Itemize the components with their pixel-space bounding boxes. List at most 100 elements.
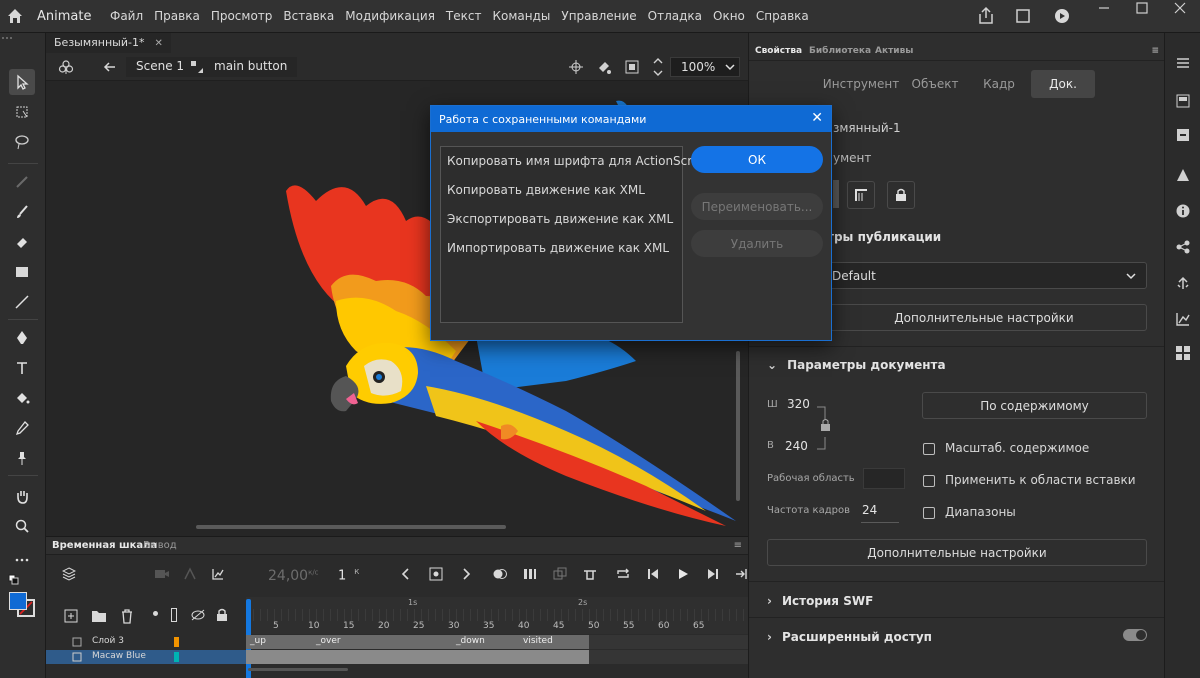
- swap-colors[interactable]: [8, 574, 20, 586]
- seg-document[interactable]: Док.: [1031, 70, 1095, 98]
- more-tools[interactable]: [9, 547, 35, 573]
- depth-button[interactable]: [179, 563, 201, 585]
- frames-macaw-blue[interactable]: [246, 650, 748, 664]
- maximize-icon[interactable]: [1124, 0, 1160, 33]
- delete-layer-icon[interactable]: [120, 608, 134, 624]
- delete-button[interactable]: Удалить: [691, 230, 823, 257]
- tab-properties[interactable]: Свойства: [755, 46, 802, 56]
- timeline-scrollbar[interactable]: [248, 668, 348, 671]
- club-icon[interactable]: [58, 59, 74, 75]
- lock-layers-icon[interactable]: [216, 608, 228, 622]
- menu-edit[interactable]: Правка: [154, 9, 200, 23]
- link-dimensions[interactable]: [815, 405, 831, 451]
- document-params-header[interactable]: ⌄ Параметры документа: [767, 358, 946, 372]
- menu-window[interactable]: Окно: [713, 9, 745, 23]
- pin-tool[interactable]: [9, 445, 35, 471]
- list-item[interactable]: Копировать имя шрифта для ActionScript: [447, 154, 708, 168]
- layer-row-selected[interactable]: Macaw Blue: [46, 650, 246, 664]
- apply-paste-checkbox[interactable]: [923, 475, 935, 487]
- stage-color-swatch[interactable]: [863, 468, 905, 489]
- play-button[interactable]: [672, 563, 694, 585]
- step-back-button[interactable]: [642, 563, 664, 585]
- close-window-icon[interactable]: [1160, 0, 1200, 33]
- next-keyframe-button[interactable]: [455, 563, 477, 585]
- frame-center-button[interactable]: [579, 563, 601, 585]
- list-item[interactable]: Копировать движение как XML: [447, 183, 645, 197]
- scale-content-checkbox[interactable]: [923, 443, 935, 455]
- menu-debug[interactable]: Отладка: [648, 9, 702, 23]
- menu-modify[interactable]: Модификация: [345, 9, 435, 23]
- publish-profile-select[interactable]: Default: [821, 262, 1147, 289]
- clip-icon[interactable]: [624, 59, 640, 75]
- rectangle-tool[interactable]: [9, 259, 35, 285]
- list-item[interactable]: Экспортировать движение как XML: [447, 212, 673, 226]
- tab-timeline[interactable]: Временная шкала: [52, 540, 157, 551]
- advanced-settings-button-1[interactable]: Дополнительные настройки: [821, 304, 1147, 331]
- close-tab-icon[interactable]: ✕: [154, 38, 162, 49]
- zoom-select[interactable]: 100%: [670, 57, 740, 77]
- info-icon[interactable]: [1175, 203, 1191, 219]
- share-icon[interactable]: [966, 0, 1006, 33]
- snap-icon[interactable]: [568, 59, 584, 75]
- outline-layers-icon[interactable]: [171, 608, 177, 622]
- brush-tool[interactable]: [9, 199, 35, 225]
- fullscreen-icon[interactable]: [1006, 0, 1040, 33]
- pen-tool[interactable]: [9, 325, 35, 351]
- motion-presets-icon[interactable]: [1175, 275, 1191, 291]
- center-stage-icon[interactable]: [652, 56, 664, 78]
- document-tab[interactable]: Безымянный-1* ✕: [46, 33, 171, 53]
- zoom-tool[interactable]: [9, 513, 35, 539]
- ok-button[interactable]: ОК: [691, 146, 823, 173]
- new-folder-icon[interactable]: [91, 609, 107, 623]
- test-movie-icon[interactable]: [1040, 0, 1084, 33]
- free-transform-tool[interactable]: [9, 99, 35, 125]
- components-icon[interactable]: [1175, 239, 1191, 255]
- minimize-icon[interactable]: [1084, 0, 1124, 33]
- menu-commands[interactable]: Команды: [492, 9, 550, 23]
- layers-button[interactable]: [58, 563, 80, 585]
- paint-bucket-tool[interactable]: [9, 385, 35, 411]
- frame-options-button[interactable]: [847, 181, 875, 209]
- stage-vertical-scrollbar[interactable]: [736, 351, 740, 501]
- back-arrow-icon[interactable]: [102, 59, 118, 75]
- accessibility-header[interactable]: › Расширенный доступ: [767, 630, 932, 644]
- edit-multiple-icon[interactable]: [596, 59, 612, 75]
- current-frame[interactable]: 1К: [338, 568, 359, 583]
- list-item[interactable]: Импортировать движение как XML: [447, 241, 669, 255]
- layer-row[interactable]: Слой 3: [46, 635, 246, 649]
- fps-value[interactable]: 24: [862, 503, 877, 517]
- frames-layer-3[interactable]: _up _over _down visited: [246, 635, 748, 649]
- menu-insert[interactable]: Вставка: [283, 9, 334, 23]
- fps-display[interactable]: 24,00к/с: [268, 568, 319, 584]
- stroke-color-swatch[interactable]: [9, 592, 27, 610]
- library-icon[interactable]: [1175, 93, 1191, 109]
- motion-editor-icon[interactable]: [1175, 311, 1191, 327]
- advanced-settings-button-2[interactable]: Дополнительные настройки: [767, 539, 1147, 566]
- new-layer-icon[interactable]: [64, 609, 78, 623]
- edit-multiple-frames-button[interactable]: [519, 563, 541, 585]
- align-icon[interactable]: [1175, 127, 1191, 143]
- panel-menu-icon[interactable]: ≡: [1151, 46, 1159, 56]
- hide-layers-icon[interactable]: [190, 609, 206, 621]
- step-forward-button[interactable]: [702, 563, 724, 585]
- eyedropper-tool[interactable]: [9, 415, 35, 441]
- menu-text[interactable]: Текст: [446, 9, 482, 23]
- selection-tool[interactable]: [9, 69, 35, 95]
- highlight-layers-icon[interactable]: [153, 611, 158, 616]
- tab-output[interactable]: Вывод: [143, 540, 177, 551]
- rename-button[interactable]: Переименовать...: [691, 193, 823, 220]
- menu-file[interactable]: Файл: [110, 9, 143, 23]
- ranges-checkbox[interactable]: [923, 507, 935, 519]
- eraser-tool[interactable]: [9, 229, 35, 255]
- panel-menu-icon[interactable]: ≡: [734, 540, 742, 551]
- tween-button[interactable]: [549, 563, 571, 585]
- commands-list[interactable]: Копировать имя шрифта для ActionScript К…: [440, 146, 708, 323]
- height-value[interactable]: 240: [785, 439, 808, 453]
- lock-button[interactable]: [887, 181, 915, 209]
- close-icon[interactable]: ✕: [811, 110, 823, 126]
- menu-view[interactable]: Просмотр: [211, 9, 273, 23]
- swf-history-header[interactable]: › История SWF: [767, 594, 873, 608]
- prev-keyframe-button[interactable]: [395, 563, 417, 585]
- menu-control[interactable]: Управление: [561, 9, 636, 23]
- menu-help[interactable]: Справка: [756, 9, 809, 23]
